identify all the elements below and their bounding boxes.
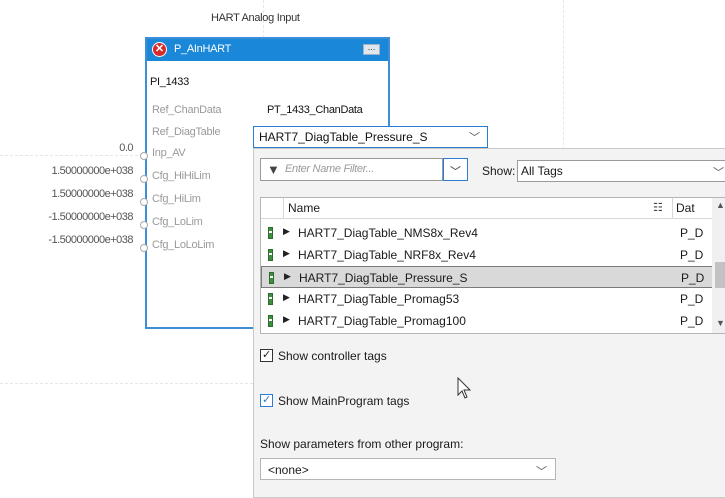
block-tag: PI_1433 xyxy=(150,76,189,88)
column-chooser-icon[interactable]: ☷ xyxy=(653,201,663,214)
tag-row[interactable]: ▶ HART7_DiagTable_NMS8x_Rev4 P_D xyxy=(261,222,713,244)
show-mainprogram-tags-label[interactable]: Show MainProgram tags xyxy=(278,394,409,408)
tag-icon xyxy=(269,272,274,284)
program-select[interactable]: <none> ﹀ xyxy=(260,458,556,480)
param-label-ref-diagtable: Ref_DiagTable xyxy=(152,126,221,138)
param-label-cfg-lololim: Cfg_LoLoLim xyxy=(152,239,215,251)
tag-name: HART7_DiagTable_Pressure_S xyxy=(299,271,468,285)
input-value-inp-av[interactable]: 0.0 xyxy=(8,142,133,154)
show-label: Show: xyxy=(482,164,516,178)
show-controller-tags-checkbox[interactable]: ✓ xyxy=(260,349,273,362)
block-menu-button[interactable]: ... xyxy=(363,43,380,55)
input-pin[interactable] xyxy=(140,198,148,206)
param-label-ref-chandata: Ref_ChanData xyxy=(152,104,222,116)
show-select-value: All Tags xyxy=(521,164,563,178)
show-mainprogram-tags-checkbox[interactable]: ✓ xyxy=(260,394,273,407)
filter-icon: ▼ xyxy=(267,162,280,177)
input-value-cfg-hihilim[interactable]: 1.50000000e+038 xyxy=(8,165,133,177)
grid-line xyxy=(0,383,253,384)
name-filter-input[interactable]: ▼ Enter Name Filter... xyxy=(260,158,443,181)
tag-list-header: Name ☷ Dat xyxy=(261,198,725,219)
tag-list-scrollbar[interactable]: ▲ ▼ xyxy=(712,198,725,333)
expand-arrow-icon[interactable]: ▶ xyxy=(283,226,290,237)
scroll-down-icon[interactable]: ▼ xyxy=(716,318,725,328)
diag-table-combo-value: HART7_DiagTable_Pressure_S xyxy=(259,130,428,144)
input-pin[interactable] xyxy=(140,221,148,229)
name-filter-placeholder: Enter Name Filter... xyxy=(285,163,374,175)
param-label-inp-av: Inp_AV xyxy=(152,147,186,159)
expand-arrow-icon[interactable]: ▶ xyxy=(284,271,291,282)
scroll-up-icon[interactable]: ▲ xyxy=(716,200,725,210)
block-caption: HART Analog Input xyxy=(211,12,300,24)
error-icon: ✕ xyxy=(152,42,167,57)
tag-data-type: P_D xyxy=(680,292,704,306)
input-value-cfg-hilim[interactable]: 1.50000000e+038 xyxy=(8,188,133,200)
diag-table-combo[interactable]: HART7_DiagTable_Pressure_S ﹀ xyxy=(253,126,488,148)
tag-icon xyxy=(268,249,273,261)
checkmark-icon: ✓ xyxy=(262,349,272,361)
expand-arrow-icon[interactable]: ▶ xyxy=(283,292,290,303)
params-from-other-program-label: Show parameters from other program: xyxy=(260,437,464,451)
tag-name: HART7_DiagTable_NMS8x_Rev4 xyxy=(298,226,478,240)
tag-icon xyxy=(268,315,273,327)
column-divider xyxy=(283,198,284,218)
param-label-cfg-hilim: Cfg_HiLim xyxy=(152,193,201,205)
chevron-down-icon: ﹀ xyxy=(469,132,480,144)
input-pin[interactable] xyxy=(140,244,148,252)
tag-row[interactable]: ▶ HART7_DiagTable_Promag53 P_D xyxy=(261,288,713,310)
program-select-value: <none> xyxy=(268,463,309,477)
input-value-cfg-lolim[interactable]: -1.50000000e+038 xyxy=(8,211,133,223)
chevron-down-icon: ﹀ xyxy=(450,166,461,178)
input-value-cfg-lololim[interactable]: -1.50000000e+038 xyxy=(8,234,133,246)
chevron-down-icon: ﹀ xyxy=(536,466,547,478)
tag-icon xyxy=(268,293,273,305)
tag-icon xyxy=(268,227,273,239)
tag-name: HART7_DiagTable_Promag53 xyxy=(298,292,460,306)
expand-arrow-icon[interactable]: ▶ xyxy=(283,314,290,325)
param-value-ref-chandata[interactable]: PT_1433_ChanData xyxy=(267,104,363,116)
tag-browser-panel: ▼ Enter Name Filter... ﹀ Show: All Tags … xyxy=(253,148,725,498)
input-pin[interactable] xyxy=(140,175,148,183)
show-controller-tags-label[interactable]: Show controller tags xyxy=(278,349,387,363)
mouse-cursor-icon xyxy=(457,377,472,399)
tag-row[interactable]: ▶ HART7_DiagTable_Promag100 P_D xyxy=(261,310,713,332)
param-label-cfg-lolim: Cfg_LoLim xyxy=(152,216,203,228)
tag-row[interactable]: ▶ HART7_DiagTable_NRF8x_Rev4 P_D xyxy=(261,244,713,266)
tag-data-type: P_D xyxy=(680,314,704,328)
tag-data-type: P_D xyxy=(680,226,704,240)
filter-dropdown-button[interactable]: ﹀ xyxy=(443,158,468,181)
tag-name: HART7_DiagTable_Promag100 xyxy=(298,314,466,328)
tag-data-type: P_D xyxy=(681,271,705,285)
block-name: P_AInHART xyxy=(174,43,232,55)
chevron-down-icon: ﹀ xyxy=(713,167,724,179)
tag-list[interactable]: Name ☷ Dat ▶ HART7_DiagTable_NMS8x_Rev4 … xyxy=(260,197,725,334)
param-label-cfg-hihilim: Cfg_HiHiLim xyxy=(152,170,211,182)
tag-row-selected[interactable]: ▶ HART7_DiagTable_Pressure_S P_D xyxy=(261,266,713,288)
block-header[interactable]: ✕ P_AInHART ... xyxy=(147,39,388,61)
column-header-name[interactable]: Name xyxy=(288,201,320,215)
show-select[interactable]: All Tags ﹀ xyxy=(517,160,725,182)
checkmark-icon: ✓ xyxy=(262,394,272,406)
input-pin[interactable] xyxy=(140,152,148,160)
expand-arrow-icon[interactable]: ▶ xyxy=(283,248,290,259)
tag-name: HART7_DiagTable_NRF8x_Rev4 xyxy=(298,248,476,262)
column-divider xyxy=(672,198,673,218)
column-header-data-type[interactable]: Dat xyxy=(676,201,695,215)
grid-line xyxy=(563,0,564,150)
scrollbar-thumb[interactable] xyxy=(715,262,725,288)
tag-data-type: P_D xyxy=(680,248,704,262)
